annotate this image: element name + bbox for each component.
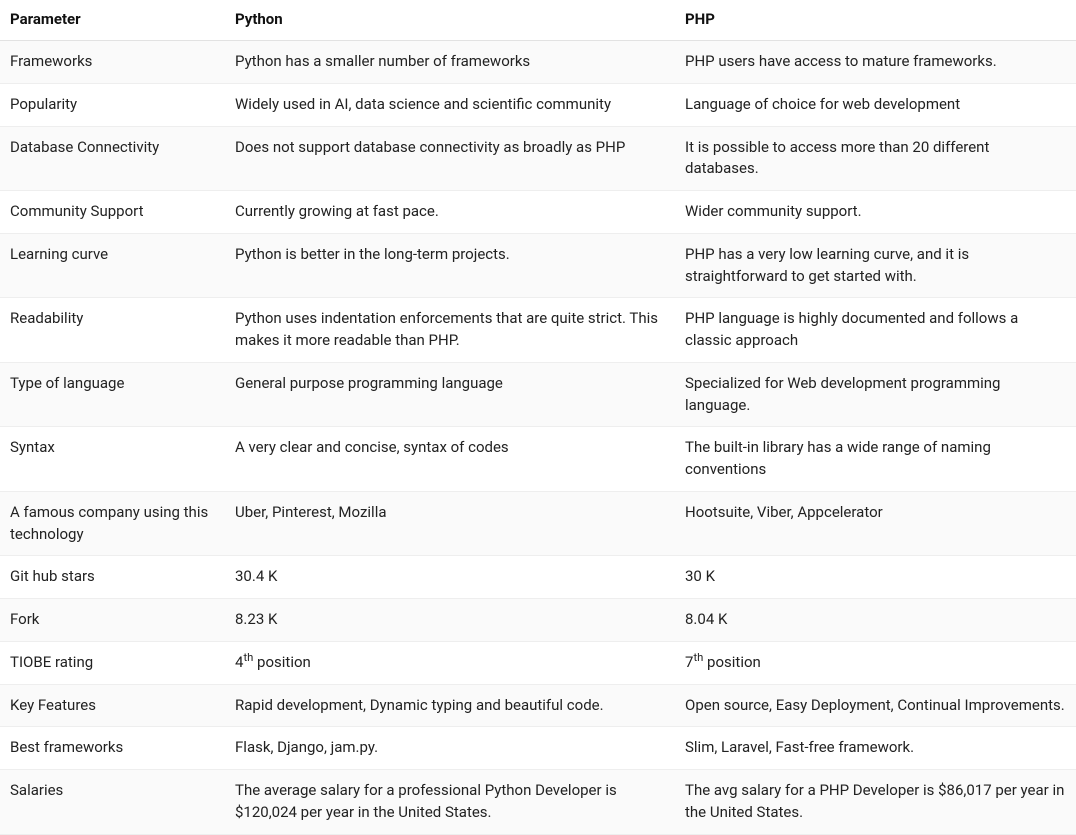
cell-parameter: Readability [0,298,225,363]
cell-parameter: Best frameworks [0,727,225,770]
cell-parameter: Popularity [0,83,225,126]
cell-php: 8.04 K [675,599,1076,642]
cell-parameter: Frameworks [0,41,225,84]
cell-parameter: Community Support [0,191,225,234]
cell-parameter: Type of language [0,362,225,427]
table-row: Git hub stars30.4 K30 K [0,556,1076,599]
cell-php: PHP has a very low learning curve, and i… [675,233,1076,298]
table-row: A famous company using this technologyUb… [0,491,1076,556]
cell-php: Wider community support. [675,191,1076,234]
table-row: Community SupportCurrently growing at fa… [0,191,1076,234]
table-body: FrameworksPython has a smaller number of… [0,41,1076,835]
cell-python: Python has a smaller number of framework… [225,41,675,84]
cell-php: It is possible to access more than 20 di… [675,126,1076,191]
cell-php: PHP users have access to mature framewor… [675,41,1076,84]
cell-php: 30 K [675,556,1076,599]
table-row: Best frameworksFlask, Django, jam.py.Sli… [0,727,1076,770]
cell-php: Specialized for Web development programm… [675,362,1076,427]
table-row: Learning curvePython is better in the lo… [0,233,1076,298]
cell-parameter: Learning curve [0,233,225,298]
table-row: PopularityWidely used in AI, data scienc… [0,83,1076,126]
cell-python: Flask, Django, jam.py. [225,727,675,770]
cell-python: Python uses indentation enforcements tha… [225,298,675,363]
cell-python: A very clear and concise, syntax of code… [225,427,675,492]
header-python: Python [225,0,675,41]
header-php: PHP [675,0,1076,41]
cell-parameter: Database Connectivity [0,126,225,191]
cell-parameter: Syntax [0,427,225,492]
cell-python: 4th position [225,641,675,684]
cell-php: Open source, Easy Deployment, Continual … [675,684,1076,727]
cell-parameter: A famous company using this technology [0,491,225,556]
table-row: Database ConnectivityDoes not support da… [0,126,1076,191]
cell-python: Rapid development, Dynamic typing and be… [225,684,675,727]
cell-python: General purpose programming language [225,362,675,427]
comparison-table: Parameter Python PHP FrameworksPython ha… [0,0,1076,835]
cell-php: Language of choice for web development [675,83,1076,126]
cell-parameter: Salaries [0,770,225,835]
cell-python: Widely used in AI, data science and scie… [225,83,675,126]
cell-php: Slim, Laravel, Fast-free framework. [675,727,1076,770]
cell-php: The built-in library has a wide range of… [675,427,1076,492]
cell-python: Python is better in the long-term projec… [225,233,675,298]
cell-python: Uber, Pinterest, Mozilla [225,491,675,556]
cell-python: Does not support database connectivity a… [225,126,675,191]
cell-php: PHP language is highly documented and fo… [675,298,1076,363]
header-parameter: Parameter [0,0,225,41]
table-row: TIOBE rating4th position7th position [0,641,1076,684]
table-row: FrameworksPython has a smaller number of… [0,41,1076,84]
table-row: Fork8.23 K8.04 K [0,599,1076,642]
table-row: Type of languageGeneral purpose programm… [0,362,1076,427]
table-header-row: Parameter Python PHP [0,0,1076,41]
table-row: Key FeaturesRapid development, Dynamic t… [0,684,1076,727]
table-row: ReadabilityPython uses indentation enfor… [0,298,1076,363]
cell-php: Hootsuite, Viber, Appcelerator [675,491,1076,556]
cell-python: 30.4 K [225,556,675,599]
cell-parameter: Fork [0,599,225,642]
cell-php: The avg salary for a PHP Developer is $8… [675,770,1076,835]
cell-parameter: TIOBE rating [0,641,225,684]
cell-php: 7th position [675,641,1076,684]
cell-parameter: Key Features [0,684,225,727]
table-row: SalariesThe average salary for a profess… [0,770,1076,835]
cell-parameter: Git hub stars [0,556,225,599]
table-row: SyntaxA very clear and concise, syntax o… [0,427,1076,492]
cell-python: 8.23 K [225,599,675,642]
cell-python: The average salary for a professional Py… [225,770,675,835]
cell-python: Currently growing at fast pace. [225,191,675,234]
